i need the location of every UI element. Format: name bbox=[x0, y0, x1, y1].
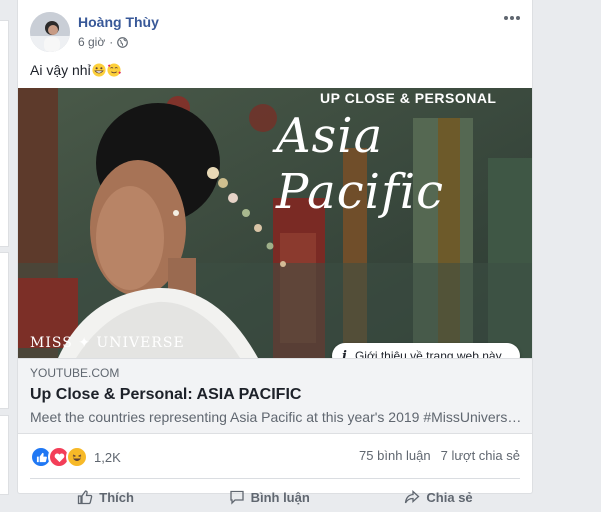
reactions-summary[interactable]: 1,2K bbox=[30, 446, 121, 468]
like-icon bbox=[78, 490, 93, 505]
engagement-stats: 75 bình luận 7 lượt chia sẻ bbox=[359, 448, 520, 463]
divider bbox=[30, 478, 520, 479]
author-name[interactable]: Hoàng Thùy bbox=[78, 14, 159, 30]
haha-reaction-icon bbox=[66, 446, 88, 468]
author-avatar[interactable] bbox=[30, 12, 70, 52]
thumbnail-headline-script: Asia Pacific bbox=[276, 108, 444, 220]
comment-label: Bình luận bbox=[250, 489, 310, 505]
post-time[interactable]: 6 giờ bbox=[78, 35, 105, 49]
post-actions: Thích Bình luận Chia sẻ bbox=[30, 482, 520, 512]
left-neighbor-card bbox=[0, 415, 9, 495]
share-label: Chia sẻ bbox=[426, 489, 473, 505]
miss-universe-watermark: MISS ✦ UNIVERSE bbox=[30, 335, 185, 351]
comment-count[interactable]: 75 bình luận bbox=[359, 448, 431, 463]
comment-button[interactable]: Bình luận bbox=[229, 482, 310, 512]
link-preview[interactable]: YOUTUBE.COM Up Close & Personal: ASIA PA… bbox=[18, 358, 532, 434]
like-button[interactable]: Thích bbox=[77, 482, 134, 512]
reaction-count[interactable]: 1,2K bbox=[94, 450, 121, 465]
left-neighbor-card bbox=[0, 252, 9, 409]
grinning-emoji bbox=[92, 63, 106, 77]
share-button[interactable]: Chia sẻ bbox=[404, 482, 473, 512]
thumbnail-headline-small: UP CLOSE & PERSONAL bbox=[320, 90, 497, 106]
smiling-hearts-emoji bbox=[107, 63, 121, 77]
like-label: Thích bbox=[99, 489, 134, 505]
comment-icon bbox=[229, 490, 244, 505]
share-count[interactable]: 7 lượt chia sẻ bbox=[441, 448, 520, 463]
globe-icon[interactable] bbox=[117, 36, 129, 48]
more-options-icon[interactable] bbox=[502, 10, 522, 26]
left-neighbor-card bbox=[0, 20, 9, 247]
feed-post: Hoàng Thùy 6 giờ · Ai vậy nhỉ UP CLOSE &… bbox=[17, 0, 533, 505]
post-text: Ai vậy nhỉ bbox=[30, 62, 121, 78]
share-icon bbox=[405, 490, 420, 504]
link-title[interactable]: Up Close & Personal: ASIA PACIFIC bbox=[30, 386, 301, 404]
post-meta: 6 giờ · bbox=[78, 35, 129, 49]
link-domain: YOUTUBE.COM bbox=[30, 366, 120, 380]
link-description: Meet the countries representing Asia Pac… bbox=[30, 409, 525, 425]
status-text: Ai vậy nhỉ bbox=[30, 62, 91, 78]
